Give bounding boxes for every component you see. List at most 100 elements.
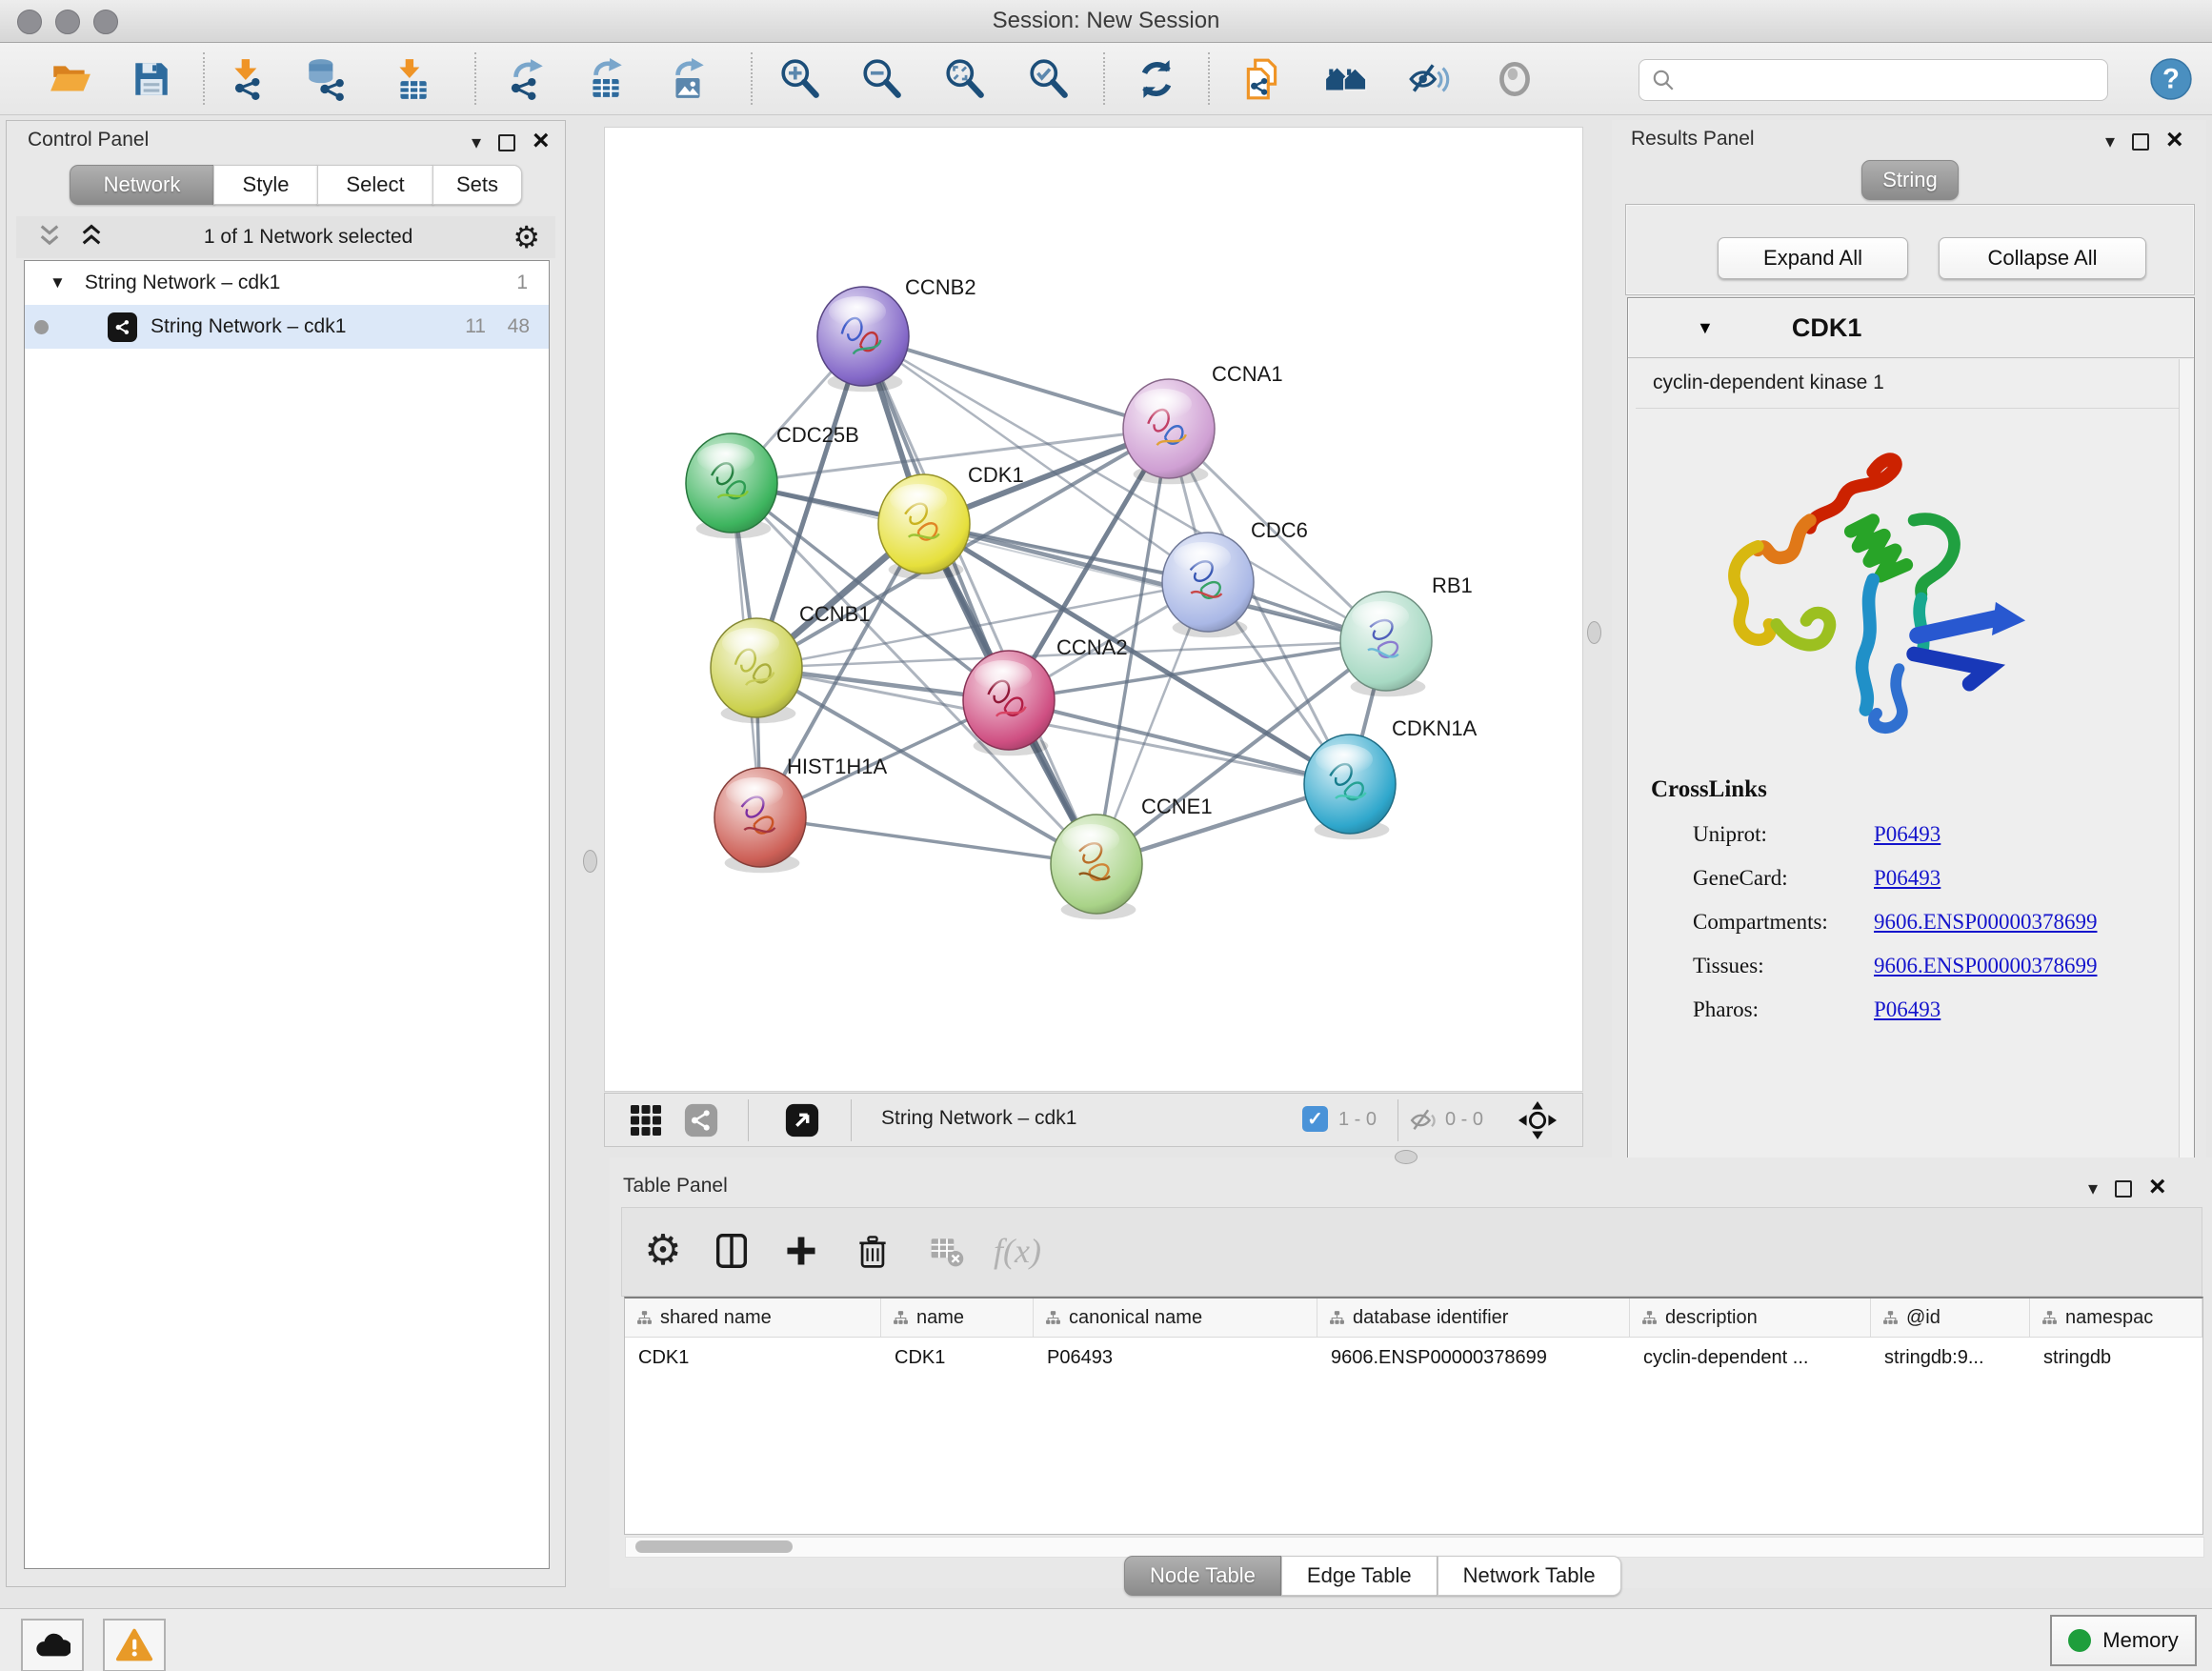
table-cell[interactable]: CDK1 <box>625 1338 881 1378</box>
close-panel-icon[interactable]: × <box>533 127 550 155</box>
collapse-panel-icon[interactable]: ▾ <box>2088 1179 2098 1198</box>
table-horizontal-scrollbar[interactable] <box>625 1537 2204 1558</box>
network-share-icon[interactable] <box>681 1100 721 1140</box>
network-collection-row[interactable]: ▼ String Network – cdk1 1 <box>25 261 549 305</box>
zoom-fit-icon[interactable] <box>942 55 988 103</box>
export-table-icon[interactable] <box>583 55 629 103</box>
create-column-plus-icon[interactable] <box>777 1227 825 1275</box>
table-cell[interactable]: P06493 <box>1034 1338 1317 1378</box>
network-node-CCNE1[interactable] <box>1051 815 1142 919</box>
crosslink-link[interactable]: 9606.ENSP00000378699 <box>1874 910 2098 935</box>
float-panel-icon[interactable] <box>2115 1180 2132 1198</box>
fit-selection-crosshair-icon[interactable] <box>1518 1100 1558 1140</box>
column-header-canonical-name[interactable]: canonical name <box>1034 1299 1317 1337</box>
tab-node-table[interactable]: Node Table <box>1124 1556 1281 1596</box>
save-session-icon[interactable] <box>129 55 174 103</box>
delete-column-trash-icon[interactable] <box>849 1227 896 1275</box>
tab-select[interactable]: Select <box>317 165 433 205</box>
results-vertical-scrollbar[interactable] <box>2179 359 2194 1215</box>
expand-all-button[interactable]: Expand All <box>1718 237 1908 279</box>
table-cell[interactable]: stringdb <box>2030 1338 2202 1378</box>
grid-view-icon[interactable] <box>626 1100 666 1140</box>
scrollbar-thumb[interactable] <box>635 1540 793 1553</box>
import-network-file-icon[interactable] <box>226 55 271 103</box>
zoom-selected-icon[interactable] <box>1026 55 1072 103</box>
cloud-status-button[interactable] <box>21 1619 84 1671</box>
tab-style[interactable]: Style <box>213 165 318 205</box>
crosslink-link[interactable]: P06493 <box>1874 866 1941 891</box>
column-header--id[interactable]: @id <box>1871 1299 2030 1337</box>
selected-checkbox-icon[interactable]: ✓ <box>1302 1106 1328 1132</box>
table-options-gear-icon[interactable]: ⚙ <box>639 1227 687 1275</box>
tab-string[interactable]: String <box>1861 160 1959 200</box>
tab-network[interactable]: Network <box>70 165 214 205</box>
column-header-description[interactable]: description <box>1630 1299 1871 1337</box>
crosslink-link[interactable]: 9606.ENSP00000378699 <box>1874 954 2098 978</box>
left-splitter-handle[interactable] <box>583 850 597 873</box>
warning-status-button[interactable] <box>103 1619 166 1671</box>
section-collapse-icon[interactable]: ▼ <box>1697 318 1714 338</box>
bottom-splitter-handle[interactable] <box>1395 1150 1418 1164</box>
table-row[interactable]: CDK1CDK1P064939606.ENSP00000378699cyclin… <box>625 1338 2202 1378</box>
right-splitter-handle[interactable] <box>1587 621 1601 644</box>
collapse-panel-icon[interactable]: ▾ <box>2105 132 2115 151</box>
tab-sets[interactable]: Sets <box>432 165 522 205</box>
network-canvas[interactable]: CCNB2CCNA1CDC25BCDK1CDC6RB1CCNB1CCNA2CDK… <box>604 127 1583 1092</box>
network-edge[interactable] <box>760 817 1096 864</box>
network-edge[interactable] <box>863 336 1169 429</box>
network-node-CCNB2[interactable] <box>817 287 909 392</box>
network-node-CDC6[interactable] <box>1162 533 1254 637</box>
help-icon[interactable]: ? <box>2148 55 2194 103</box>
expand-all-networks-icon[interactable] <box>79 223 104 252</box>
search-input[interactable] <box>1676 69 2089 92</box>
network-node-CCNB1[interactable] <box>711 618 802 723</box>
collapse-all-networks-icon[interactable] <box>37 223 62 252</box>
refresh-icon[interactable] <box>1134 55 1179 103</box>
network-row-selected[interactable]: String Network – cdk1 11 48 <box>25 305 549 349</box>
crosslink-link[interactable]: P06493 <box>1874 822 1941 847</box>
network-graph[interactable]: CCNB2CCNA1CDC25BCDK1CDC6RB1CCNB1CCNA2CDK… <box>605 128 1582 1091</box>
import-table-file-icon[interactable] <box>390 55 435 103</box>
collapse-all-button[interactable]: Collapse All <box>1939 237 2146 279</box>
table-cell[interactable]: CDK1 <box>881 1338 1034 1378</box>
birds-eye-view-icon[interactable] <box>782 1100 822 1140</box>
crosslink-link[interactable]: P06493 <box>1874 997 1941 1022</box>
share-document-icon[interactable] <box>1239 55 1285 103</box>
close-panel-icon[interactable]: × <box>2166 126 2183 154</box>
tab-network-table[interactable]: Network Table <box>1438 1556 1621 1596</box>
collapse-panel-icon[interactable]: ▾ <box>472 133 481 152</box>
collection-expand-icon[interactable]: ▼ <box>50 273 66 292</box>
network-edge[interactable] <box>863 336 1096 864</box>
zoom-out-icon[interactable] <box>859 55 905 103</box>
tab-edge-table[interactable]: Edge Table <box>1281 1556 1438 1596</box>
eye-icon[interactable] <box>1492 55 1538 103</box>
network-node-HIST1H1A[interactable] <box>714 768 806 873</box>
table-cell[interactable]: cyclin-dependent ... <box>1630 1338 1871 1378</box>
network-options-gear-icon[interactable]: ⚙ <box>513 222 540 252</box>
open-session-icon[interactable] <box>48 55 93 103</box>
network-node-CDK1[interactable] <box>878 474 970 579</box>
memory-button[interactable]: Memory <box>2050 1615 2197 1666</box>
column-header-database-identifier[interactable]: database identifier <box>1317 1299 1630 1337</box>
show-columns-icon[interactable] <box>708 1227 755 1275</box>
table-cell[interactable]: stringdb:9... <box>1871 1338 2030 1378</box>
hide-panel-eye-icon[interactable] <box>1406 55 1452 103</box>
column-header-namespac[interactable]: namespac <box>2030 1299 2202 1337</box>
zoom-in-icon[interactable] <box>777 55 823 103</box>
export-image-icon[interactable] <box>665 55 711 103</box>
protein-section-header[interactable]: ▼ CDK1 <box>1628 298 2194 358</box>
column-header-shared-name[interactable]: shared name <box>625 1299 881 1337</box>
import-network-database-icon[interactable] <box>302 55 348 103</box>
crosslink-label: GeneCard: <box>1681 866 1874 891</box>
export-network-icon[interactable] <box>503 55 549 103</box>
close-panel-icon[interactable]: × <box>2149 1173 2166 1201</box>
home-icon[interactable] <box>1323 55 1369 103</box>
network-node-CCNA1[interactable] <box>1123 379 1215 484</box>
float-panel-icon[interactable] <box>2132 133 2149 151</box>
network-node-CDC25B[interactable] <box>686 433 777 538</box>
network-node-RB1[interactable] <box>1340 592 1432 696</box>
table-cell[interactable]: 9606.ENSP00000378699 <box>1317 1338 1630 1378</box>
column-header-name[interactable]: name <box>881 1299 1034 1337</box>
float-panel-icon[interactable] <box>498 134 515 151</box>
network-node-CDKN1A[interactable] <box>1304 735 1396 839</box>
